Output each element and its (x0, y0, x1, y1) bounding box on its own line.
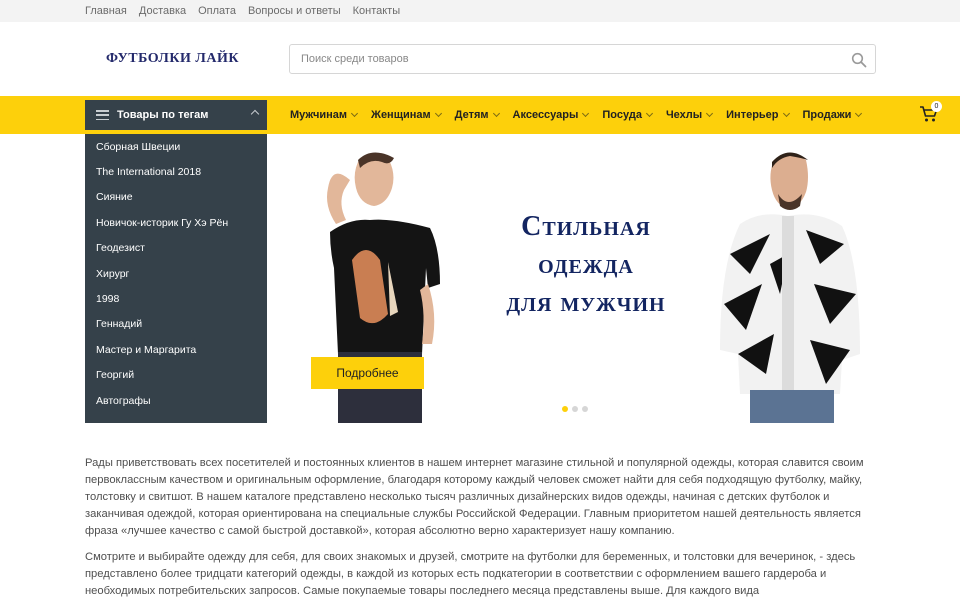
sidebar-item[interactable]: Хирург (85, 261, 267, 286)
chevron-down-icon (645, 109, 653, 118)
sidebar-item[interactable]: Новичок-историк Гу Хэ Рён (85, 210, 267, 235)
menu-item-accessories[interactable]: Аксессуары (512, 109, 590, 121)
sidebar-item[interactable]: Сияние (85, 185, 267, 210)
menu-item-label: Продажи (802, 109, 852, 121)
menu-item-dishes[interactable]: Посуда (602, 109, 653, 121)
chevron-down-icon (350, 109, 359, 118)
search-icon[interactable] (851, 52, 867, 68)
search-input[interactable] (290, 45, 875, 73)
main-nav-bar: Товары по тегам Мужчинам Женщинам Детям … (0, 96, 960, 134)
banner-headline: Стильная одежда для мужчин (470, 208, 702, 322)
intro-text: Рады приветствовать всех посетителей и п… (85, 455, 875, 609)
chevron-up-icon (250, 109, 260, 119)
slider-dots (562, 406, 592, 412)
hero-banner[interactable]: Стильная одежда для мужчин Подробнее (290, 134, 870, 423)
menu-item-cases[interactable]: Чехлы (665, 109, 714, 121)
menu-item-label: Мужчинам (290, 109, 347, 121)
menu-item-kids[interactable]: Детям (454, 109, 500, 121)
top-nav-faq[interactable]: Вопросы и ответы (248, 5, 341, 17)
chevron-down-icon (492, 109, 500, 118)
intro-paragraph: Рады приветствовать всех посетителей и п… (85, 457, 864, 537)
categories-title: Товары по тегам (117, 109, 209, 121)
site-logo[interactable]: ФУТБОЛКИ ЛАЙК (106, 51, 289, 67)
menu-item-label: Детям (454, 109, 489, 121)
menu-item-label: Аксессуары (512, 109, 579, 121)
chevron-down-icon (706, 109, 714, 118)
menu-item-label: Посуда (602, 109, 642, 121)
cart-count-badge: 0 (931, 101, 942, 112)
slider-dot[interactable] (562, 406, 568, 412)
sidebar-item[interactable]: The International 2018 (85, 159, 267, 184)
sidebar-item[interactable]: Мастер и Маргарита (85, 337, 267, 362)
menu-item-sales[interactable]: Продажи (802, 109, 863, 121)
top-nav-home[interactable]: Главная (85, 5, 127, 17)
top-nav-payment[interactable]: Оплата (198, 5, 236, 17)
menu-item-women[interactable]: Женщинам (371, 109, 442, 121)
main-menu: Мужчинам Женщинам Детям Аксессуары Посуд… (290, 96, 875, 134)
menu-item-interior[interactable]: Интерьер (726, 109, 790, 121)
sidebar-item[interactable]: Геодезист (85, 236, 267, 261)
menu-item-label: Интерьер (726, 109, 779, 121)
sidebar-item[interactable]: Геннадий (85, 312, 267, 337)
more-button[interactable]: Подробнее (311, 357, 424, 389)
chevron-down-icon (782, 109, 790, 118)
slider-dot[interactable] (582, 406, 588, 412)
categories-sidebar: Сборная Швеции The International 2018 Си… (85, 134, 267, 423)
menu-item-label: Женщинам (371, 109, 431, 121)
chevron-down-icon (582, 109, 590, 118)
banner-line: одежда (538, 249, 634, 280)
header: ФУТБОЛКИ ЛАЙК (0, 22, 960, 96)
sidebar-item[interactable]: Автографы (85, 388, 267, 413)
menu-item-men[interactable]: Мужчинам (290, 109, 359, 121)
menu-icon (96, 110, 109, 120)
search-box (289, 44, 876, 74)
chevron-down-icon (855, 109, 863, 118)
sidebar-item[interactable]: Георгий (85, 363, 267, 388)
chevron-down-icon (434, 109, 442, 118)
top-nav-delivery[interactable]: Доставка (139, 5, 186, 17)
sidebar-item[interactable]: 1998 (85, 286, 267, 311)
intro-paragraph: Смотрите и выбирайте одежду для себя, дл… (85, 551, 856, 597)
banner-line: для мужчин (506, 287, 666, 318)
top-nav: Главная Доставка Оплата Вопросы и ответы… (0, 0, 960, 22)
categories-toggle[interactable]: Товары по тегам (85, 100, 267, 130)
sidebar-item[interactable]: Сборная Швеции (85, 134, 267, 159)
top-nav-contacts[interactable]: Контакты (353, 5, 401, 17)
slider-dot[interactable] (572, 406, 578, 412)
model-right-image (720, 152, 860, 423)
banner-line: Стильная (521, 211, 651, 242)
menu-item-label: Чехлы (665, 109, 703, 121)
